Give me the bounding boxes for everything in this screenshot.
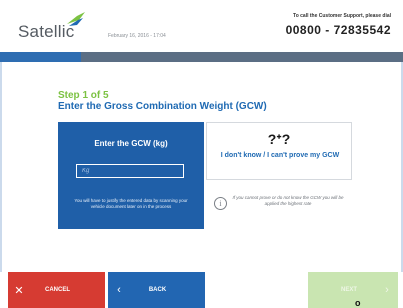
header: Satellic February 16, 2016 - 17:04 To ca… [0, 0, 403, 52]
gcw-card-title: Enter the GCW (kg) [94, 139, 168, 148]
cancel-button[interactable]: ✕ CANCEL [8, 272, 105, 308]
support-label: To call the Customer Support, please dia… [293, 13, 391, 19]
cancel-label: CANCEL [45, 287, 70, 293]
unknown-gcw-button[interactable]: ?ᐩ? I don't know / I can't prove my GCW [206, 122, 352, 180]
progress-bar [0, 52, 403, 62]
next-label: NEXT [340, 287, 357, 293]
back-button[interactable]: ‹ BACK [108, 272, 205, 308]
page-title: Enter the Gross Combination Weight (GCW) [58, 101, 267, 112]
progress-fill [0, 52, 81, 62]
gcw-entry-card: Enter the GCW (kg) You will have to just… [58, 122, 204, 229]
satellic-logo-icon [67, 12, 85, 26]
date-time: February 16, 2016 - 17:04 [108, 33, 166, 39]
question-icon: ?ᐩ? [267, 131, 291, 147]
main-content: Step 1 of 5 Enter the Gross Combination … [0, 62, 403, 272]
close-icon: ✕ [14, 284, 24, 297]
chevron-right-icon: › [385, 284, 389, 296]
chevron-left-icon: ‹ [117, 284, 121, 296]
next-button[interactable]: NEXT › [308, 272, 398, 308]
back-label: BACK [148, 287, 167, 293]
unknown-gcw-note: If you cannot prove or do not know the G… [232, 195, 344, 206]
support-phone: 00800 - 72835542 [285, 23, 391, 37]
mouse-cursor: o [355, 298, 361, 308]
info-icon: i [214, 197, 227, 210]
unknown-gcw-card: ?ᐩ? I don't know / I can't prove my GCW … [206, 122, 352, 229]
gcw-input[interactable] [76, 164, 184, 178]
gcw-card-note: You will have to justify the entered dat… [74, 198, 188, 209]
footer: ✕ CANCEL ‹ BACK NEXT › o [0, 272, 403, 308]
unknown-gcw-label: I don't know / I can't prove my GCW [220, 152, 340, 159]
step-indicator: Step 1 of 5 [58, 90, 109, 101]
